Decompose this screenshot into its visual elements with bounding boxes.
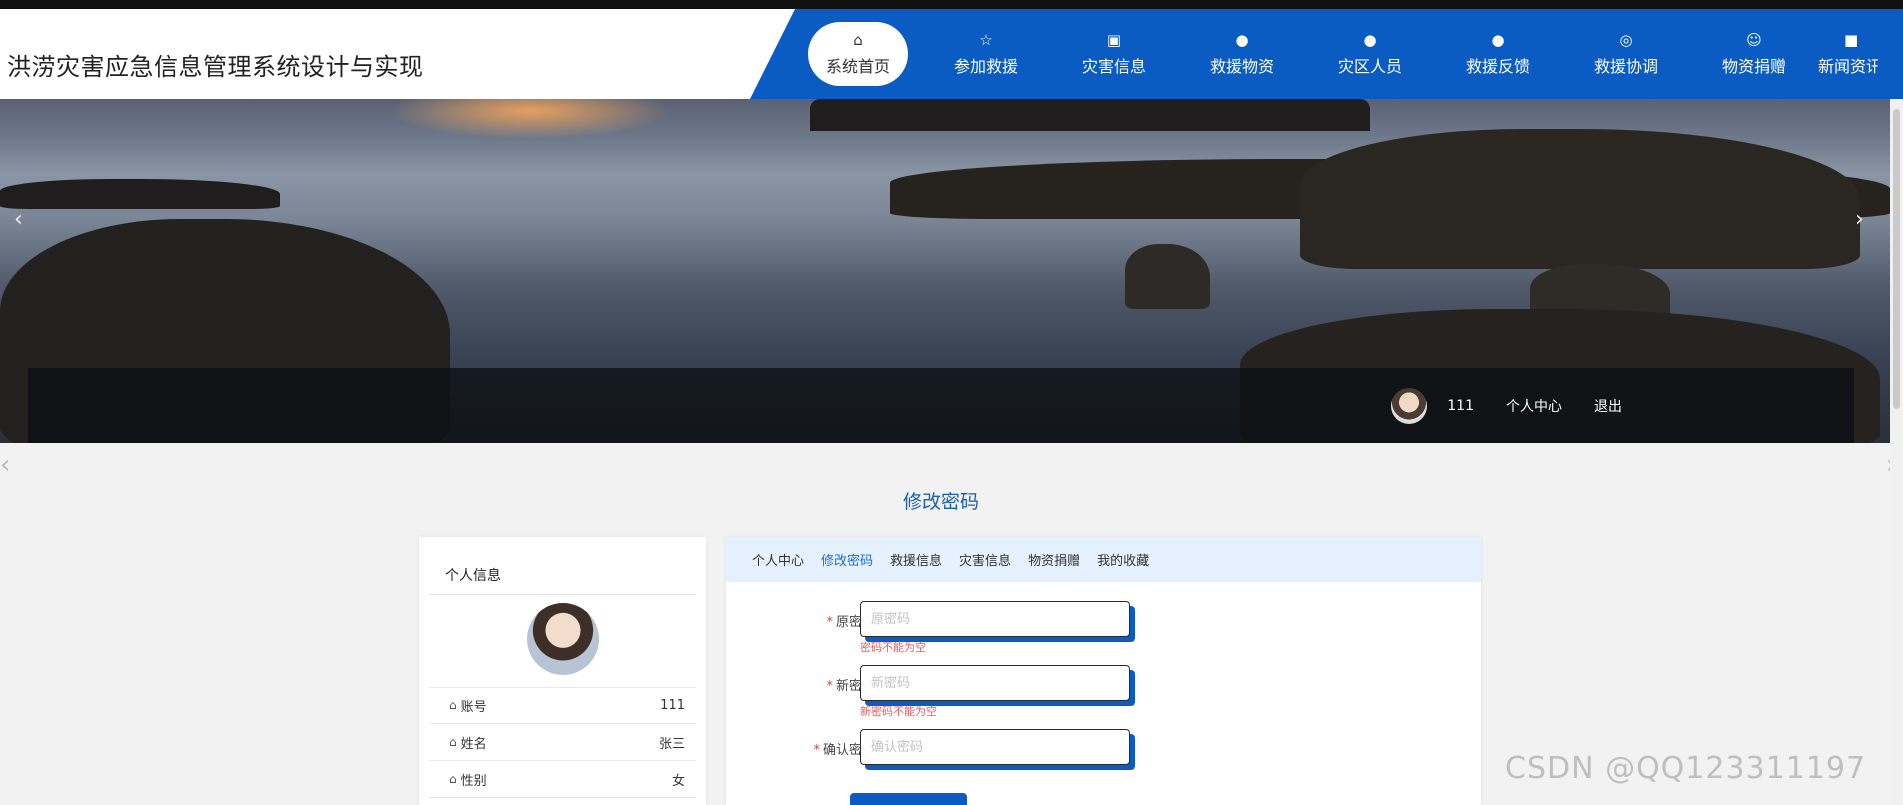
- banner-next-arrow[interactable]: ›: [1855, 207, 1864, 232]
- home-icon: ⌂: [449, 698, 457, 712]
- profile-card: 个人信息 ⌂ 账号 111 ⌂ 姓名 张三 ⌂ 性别 女: [419, 537, 706, 805]
- nav-label: 新闻资讯: [1818, 57, 1878, 76]
- question-icon: ●: [1363, 31, 1377, 49]
- row-label: 账号: [460, 699, 487, 715]
- nav-item-rescue-feedback[interactable]: ● 救援反馈: [1434, 9, 1562, 99]
- row-value: 女: [671, 773, 685, 789]
- row-value: 张三: [658, 736, 685, 752]
- profile-avatar: [527, 603, 599, 675]
- tab-disaster-info[interactable]: 灾害信息: [959, 550, 1011, 569]
- new-password-input[interactable]: [860, 665, 1130, 701]
- scrollbar-thumb[interactable]: [1893, 109, 1900, 409]
- row-label: 性别: [460, 773, 487, 789]
- divider: [429, 797, 696, 798]
- chevron-left-icon[interactable]: ‹: [0, 450, 10, 480]
- smile-icon: ☺: [1746, 31, 1762, 49]
- window-top-bar: [0, 0, 1903, 9]
- banner-rock: [810, 99, 1370, 131]
- hero-banner: ‹ › 111 个人中心 退出: [0, 99, 1890, 443]
- profile-row-name: ⌂ 姓名 张三: [449, 724, 685, 760]
- nav-item-join-rescue[interactable]: ☆ 参加救援: [922, 9, 1050, 99]
- nav-label: 物资捐赠: [1721, 57, 1786, 76]
- avatar[interactable]: [1391, 388, 1428, 424]
- banner-prev-arrow[interactable]: ‹: [14, 207, 23, 232]
- old-password-input[interactable]: [860, 601, 1130, 637]
- row-value: 111: [660, 697, 685, 713]
- main-nav: ⌂ 系统首页 ☆ 参加救援 ▣ 灾害信息 ● 救援物资 ● 灾区人员 ● 救援反…: [808, 9, 1878, 99]
- banner-rock: [1125, 244, 1210, 309]
- tab-rescue-info[interactable]: 救援信息: [890, 550, 942, 569]
- password-card: 个人中心 修改密码 救援信息 灾害信息 物资捐赠 我的收藏 * 原密码 密码不能为…: [726, 537, 1481, 805]
- profile-row-gender: ⌂ 性别 女: [449, 761, 685, 797]
- profile-title: 个人信息: [445, 568, 501, 584]
- page-scrollbar[interactable]: [1890, 99, 1903, 805]
- nav-item-rescue-coordination[interactable]: ◎ 救援协调: [1562, 9, 1690, 99]
- new-password-row: * 新密码: [726, 665, 1481, 705]
- nav-item-disaster-info[interactable]: ▣ 灾害信息: [1050, 9, 1178, 99]
- confirm-password-row: * 确认密码: [726, 729, 1481, 769]
- tab-personal-center[interactable]: 个人中心: [752, 550, 804, 569]
- info-icon: ●: [1491, 31, 1505, 49]
- home-icon: ⌂: [449, 772, 457, 786]
- logout-link[interactable]: 退出: [1594, 396, 1622, 416]
- new-password-error: 新密码不能为空: [860, 705, 937, 718]
- banner-rock: [1300, 129, 1860, 269]
- confirm-password-input[interactable]: [860, 729, 1130, 765]
- user-strip: 111 个人中心 退出: [28, 368, 1854, 443]
- user-box: 111 个人中心 退出: [1391, 388, 1654, 424]
- star-icon: ☆: [979, 31, 993, 49]
- nav-item-donation[interactable]: ☺ 物资捐赠: [1690, 9, 1818, 99]
- home-icon: ⌂: [449, 735, 457, 749]
- camera-icon: ■: [1844, 31, 1859, 49]
- nav-label: 参加救援: [953, 57, 1018, 76]
- nav-item-home[interactable]: ⌂ 系统首页: [808, 22, 908, 86]
- nav-label: 救援物资: [1209, 57, 1274, 76]
- page-title: 修改密码: [902, 491, 979, 513]
- tab-donation[interactable]: 物资捐赠: [1028, 550, 1080, 569]
- banner-rock: [0, 179, 280, 209]
- old-password-error: 密码不能为空: [860, 641, 926, 654]
- nav-label: 灾区人员: [1337, 57, 1402, 76]
- old-password-row: * 原密码: [726, 601, 1481, 641]
- alert-icon: ●: [1235, 31, 1249, 49]
- profile-row-account: ⌂ 账号 111: [449, 687, 685, 723]
- submit-button[interactable]: [850, 793, 967, 805]
- bag-icon: ▣: [1106, 31, 1122, 49]
- row-label: 姓名: [460, 736, 487, 752]
- lifebuoy-icon: ◎: [1619, 31, 1633, 49]
- nav-item-disaster-people[interactable]: ● 灾区人员: [1306, 9, 1434, 99]
- tab-bar: 个人中心 修改密码 救援信息 灾害信息 物资捐赠 我的收藏: [726, 537, 1481, 582]
- home-icon: ⌂: [853, 31, 863, 49]
- username: 111: [1447, 398, 1474, 414]
- tab-favorites[interactable]: 我的收藏: [1097, 550, 1149, 569]
- nav-item-news[interactable]: ■ 新闻资讯: [1818, 9, 1878, 99]
- nav-label: 灾害信息: [1081, 57, 1146, 76]
- divider: [429, 594, 696, 595]
- nav-label: 救援反馈: [1465, 57, 1530, 76]
- site-title: 洪涝灾害应急信息管理系统设计与实现: [7, 53, 424, 81]
- nav-label: 系统首页: [825, 57, 890, 76]
- nav-label: 救援协调: [1593, 57, 1658, 76]
- nav-item-rescue-supplies[interactable]: ● 救援物资: [1178, 9, 1306, 99]
- tab-change-password[interactable]: 修改密码: [821, 550, 873, 569]
- personal-center-link[interactable]: 个人中心: [1506, 396, 1562, 416]
- watermark: CSDN @QQ123311197: [1505, 751, 1867, 786]
